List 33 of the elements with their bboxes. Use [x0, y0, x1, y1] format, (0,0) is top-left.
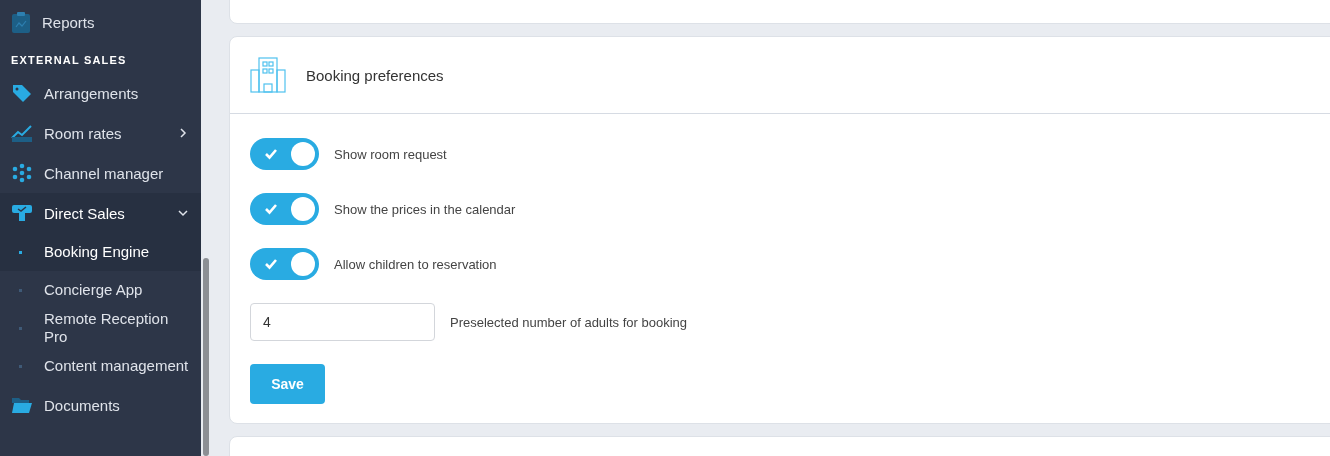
sidebar-item[interactable]: Reports	[0, 2, 201, 42]
check-icon	[264, 203, 278, 215]
setting-label: Show room request	[334, 146, 447, 162]
check-icon	[264, 258, 278, 270]
sidebar-subitem[interactable]: Content management	[0, 347, 201, 385]
section-heading: EXTERNAL SALES	[10, 53, 128, 68]
scrollbar[interactable]	[203, 258, 209, 456]
check-icon	[264, 148, 278, 160]
reception-desk-icon	[11, 203, 33, 223]
setting-label: Show the prices in the calendar	[334, 201, 516, 217]
sidebar-item[interactable]: Channel manager	[0, 153, 201, 193]
sidebar-subitem[interactable]: Concierge App	[0, 271, 201, 309]
toggle-switch[interactable]	[250, 248, 319, 280]
chart-icon	[11, 124, 33, 142]
building-icon	[250, 57, 286, 93]
tag-icon	[11, 83, 33, 103]
folder-icon	[11, 396, 33, 414]
sidebar-subitem[interactable]: Remote Reception Pro	[0, 309, 201, 347]
toggle-switch[interactable]	[250, 193, 319, 225]
sidebar-item[interactable]: Room rates	[0, 113, 201, 153]
sidebar-item[interactable]: Arrangements	[0, 73, 201, 113]
chevron-right-icon	[177, 127, 189, 139]
sidebar-subitem[interactable]: Booking Engine	[0, 233, 201, 271]
sidebar-item[interactable]: Direct Sales	[0, 193, 201, 233]
setting-label: Preselected number of adults for booking	[450, 314, 688, 330]
setting-label: Allow children to reservation	[334, 256, 497, 272]
network-icon	[11, 163, 33, 183]
card-title: Booking preferences	[306, 66, 444, 84]
chevron-down-icon	[177, 207, 189, 219]
clipboard-icon	[11, 11, 31, 33]
toggle-switch[interactable]	[250, 138, 319, 170]
sidebar-item[interactable]: Documents	[0, 385, 201, 425]
input-field[interactable]: 4	[250, 303, 435, 341]
